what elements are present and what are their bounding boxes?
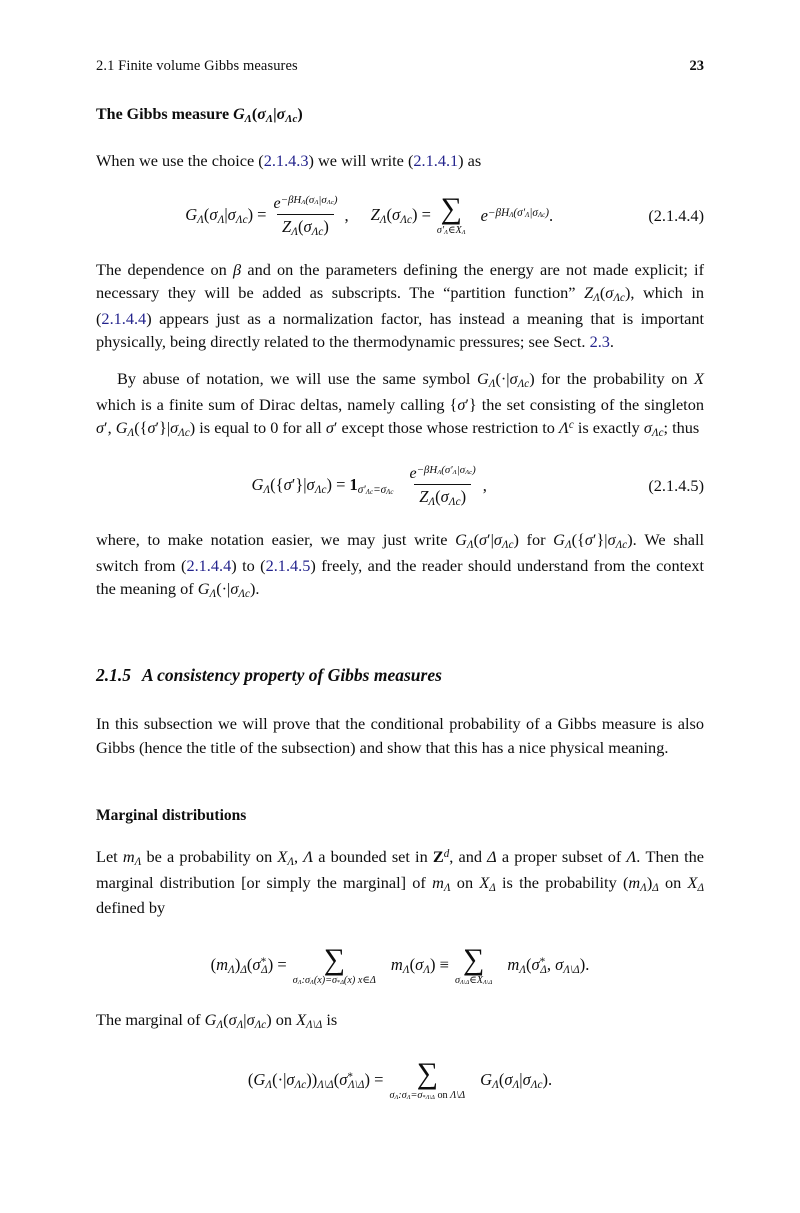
ref-sect-23[interactable]: 2.3 [590,332,610,351]
summation-marginal-2: ∑ σΛ\Δ∈XΛ\Δ [454,942,493,987]
equation-2-1-4-5: GΛ({σ′}|σΛc) = 1σ′Λc=σΛc e−βHΛ(σ′Λ|σΛc) … [251,463,704,508]
fraction-gibbs: e−βHΛ(σΛ|σΛc) ZΛ(σΛc) [273,193,338,238]
paragraph-subsection-intro: In this subsection we will prove that th… [96,714,704,757]
fraction-gibbs-singleton: e−βHΛ(σ′Λ|σΛc) ZΛ(σΛc) [409,463,476,508]
paragraph-let-m-lambda: Let mΛ be a probability on XΛ, Λ a bound… [96,846,705,918]
equation-marginal-distribution: (mΛ)Δ(σ*Δ) = ∑ σΛ:σΛ(x)=σ*Δ(x) x∈Δ mΛ(σΛ… [210,942,590,987]
paragraph-notation-easier: where, to make notation easier, we may j… [96,529,704,600]
paragraph-marginal-of-gibbs: The marginal of GΛ(σΛ|σΛc) on XΛ\Δ is [96,1010,338,1032]
paragraph-intro-choice: When we use the choice (2.1.4.3) we will… [96,150,482,170]
paragraph-abuse-notation: By abuse of notation, we will use the sa… [96,369,704,440]
paragraph-dependence-beta: The dependence on β and on the parameter… [96,259,704,351]
running-head-title: 2.1 Finite volume Gibbs measures [96,58,298,74]
subsection-number: 2.1.5 [96,664,131,685]
ref-eq-2144[interactable]: 2.1.4.4 [101,309,146,328]
heading-gibbs-measure: The Gibbs measure GΛ(σΛ|σΛc) [96,106,303,126]
equation-2-1-4-4: GΛ(σΛ|σΛc) = e−βHΛ(σΛ|σΛc) ZΛ(σΛc) , ZΛ(… [185,192,704,238]
summation-marginal-1: ∑ σΛ:σΛ(x)=σ*Δ(x) x∈Δ [292,942,376,987]
ref-2141[interactable]: 2.1.4.1 [413,151,458,170]
equation-marginal-gibbs: (GΛ(·|σΛc))Λ\Δ(σ*Λ\Δ) = ∑ σΛ:σΛ=σ*Λ\Δ on… [247,1056,553,1101]
equation-tag-2-1-4-4: (2.1.4.4) [648,205,704,225]
running-head: 2.1 Finite volume Gibbs measures 23 [96,58,704,75]
ref-2143[interactable]: 2.1.4.3 [264,151,309,170]
summation-partition: ∑ σ′Λ∈XΛ [436,192,466,237]
ref-eq-2144-b[interactable]: 2.1.4.4 [186,556,231,575]
summation-marginal-gibbs: ∑ σΛ:σΛ=σ*Λ\Δ on Λ\Δ [389,1056,466,1101]
heading-subsection-2-1-5: 2.1.5 A consistency property of Gibbs mea… [96,665,704,687]
page-number: 23 [689,58,705,74]
page-content: 2.1 Finite volume Gibbs measures 23 The … [96,58,704,1121]
equation-tag-2-1-4-5: (2.1.4.5) [648,475,704,495]
document-page: 2.1 Finite volume Gibbs measures 23 The … [0,0,800,1213]
subsection-title: A consistency property of Gibbs measures [142,664,442,685]
heading-marginal-distributions: Marginal distributions [96,806,247,824]
ref-eq-2145-b[interactable]: 2.1.4.5 [266,556,311,575]
